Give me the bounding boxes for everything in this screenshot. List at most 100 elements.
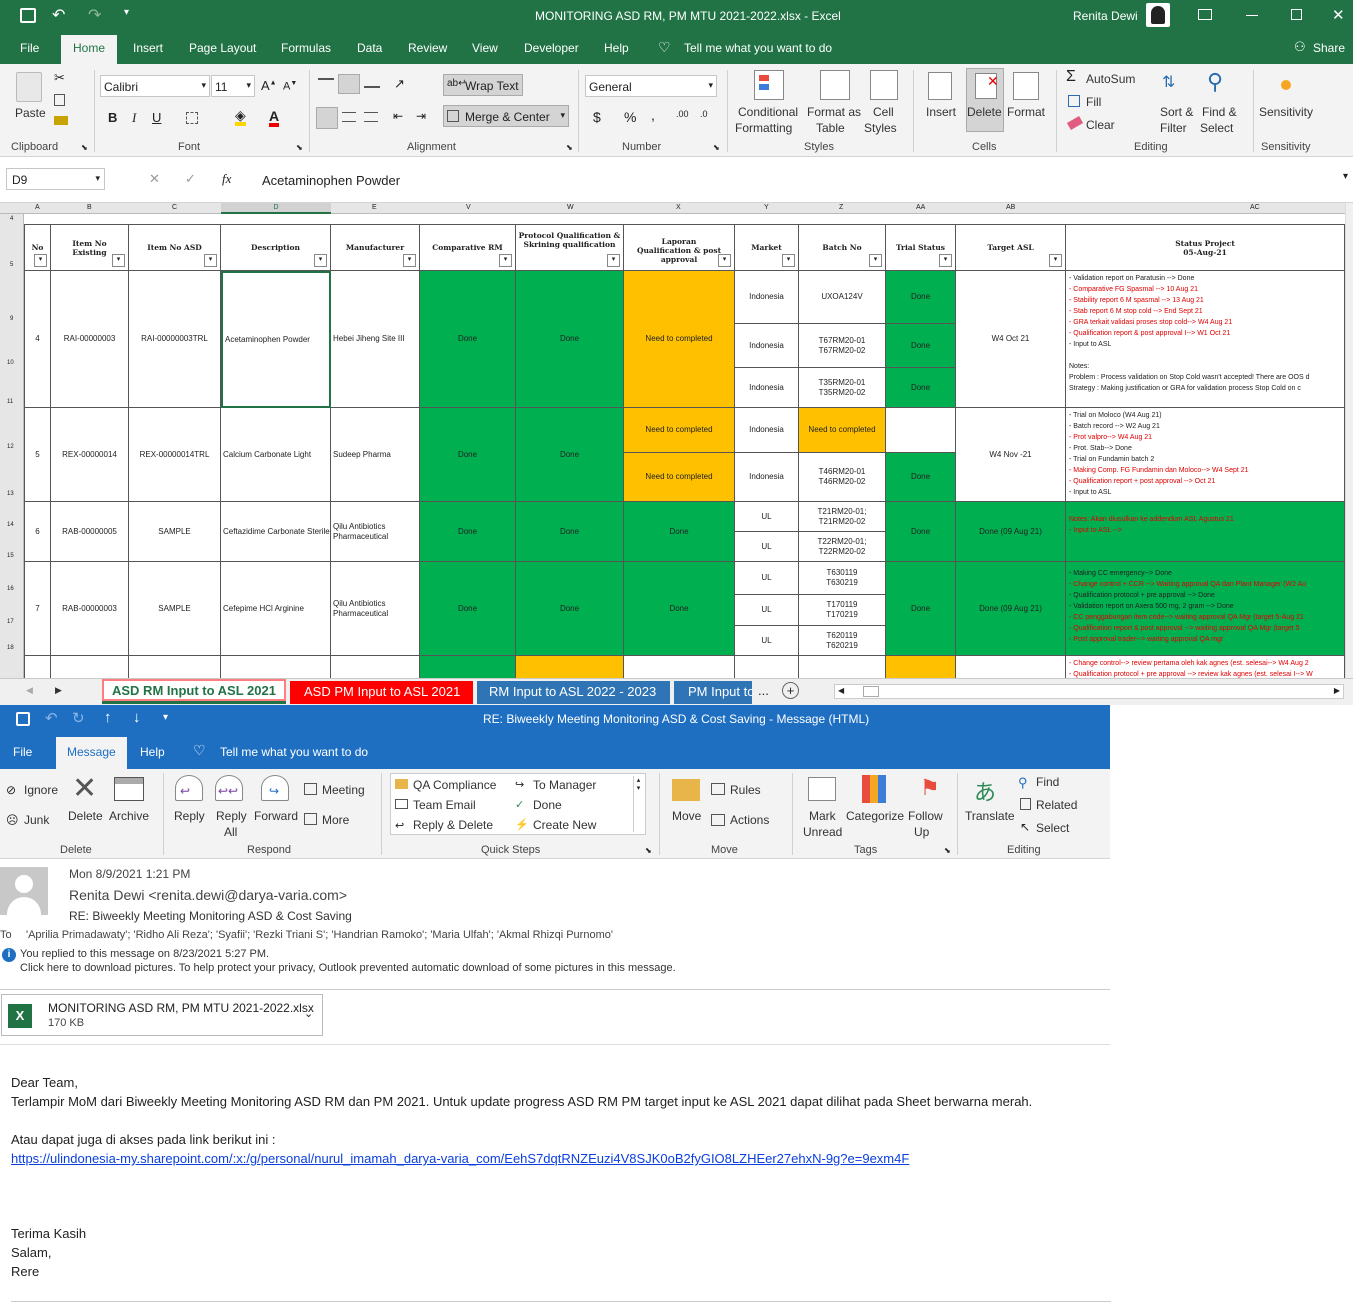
cell-styles-icon[interactable] <box>870 70 898 100</box>
filter-dropdown-icon[interactable]: ▾ <box>718 254 731 267</box>
table-cell[interactable]: Done <box>420 502 516 562</box>
filter-dropdown-icon[interactable]: ▾ <box>403 254 416 267</box>
autosum-icon[interactable]: Σ <box>1066 68 1076 86</box>
table-cell[interactable] <box>886 656 956 678</box>
clipboard-launcher-icon[interactable]: ⬊ <box>81 143 88 152</box>
enter-icon[interactable]: ✓ <box>185 171 196 187</box>
follow-up-button[interactable]: Follow <box>908 809 943 823</box>
meeting-icon[interactable] <box>304 783 317 795</box>
wrap-text-button[interactable]: ab↵ Wrap Text <box>443 74 523 96</box>
selected-cell[interactable]: Acetaminophen Powder <box>221 271 331 408</box>
tab-file[interactable]: File <box>20 41 39 55</box>
row-number[interactable]: 10 <box>7 360 14 366</box>
borders-icon[interactable] <box>186 112 198 124</box>
meeting-button[interactable]: Meeting <box>322 783 365 797</box>
gallery-scroll[interactable]: ▴ ▾ <box>633 776 643 832</box>
tab-page-layout[interactable]: Page Layout <box>189 41 256 55</box>
mark-unread-button[interactable]: Mark <box>809 809 836 823</box>
table-cell[interactable]: Done <box>420 271 516 408</box>
tell-me-input[interactable]: Tell me what you want to do <box>684 41 832 55</box>
number-format-select[interactable]: General ▾ <box>585 75 717 97</box>
vertical-scrollbar[interactable] <box>1345 203 1353 678</box>
align-right-icon[interactable] <box>364 112 378 122</box>
undo-icon[interactable]: ↶ <box>52 5 65 25</box>
filter-dropdown-icon[interactable]: ▾ <box>782 254 795 267</box>
customize-qat-icon[interactable]: ▾ <box>124 7 129 18</box>
tab-insert[interactable]: Insert <box>133 41 163 55</box>
table-cell[interactable]: 4 <box>24 271 51 408</box>
table-cell[interactable]: RAI-00000003 <box>51 271 129 408</box>
col-header-x[interactable]: X <box>676 204 681 211</box>
table-cell[interactable]: UL <box>735 502 799 532</box>
row-number[interactable]: 17 <box>7 619 14 625</box>
comma-icon[interactable]: , <box>651 107 655 123</box>
table-cell[interactable]: T35RM20-01 T35RM20-02 <box>799 368 886 408</box>
table-cell[interactable]: SAMPLE <box>129 502 221 562</box>
table-cell[interactable]: Done <box>516 408 624 502</box>
alignment-launcher-icon[interactable]: ⬊ <box>566 143 573 152</box>
conditional-formatting-button[interactable]: Conditional <box>738 105 798 119</box>
table-cell[interactable]: Done <box>886 502 956 562</box>
table-cell[interactable] <box>886 408 956 453</box>
merge-center-button[interactable]: Merge & Center ▾ <box>443 105 569 127</box>
table-cell[interactable]: Qilu Antibiotics Pharmaceutical <box>331 562 420 656</box>
quick-step-qa-compliance[interactable]: QA Compliance <box>413 778 496 792</box>
clear-icon[interactable] <box>1066 116 1084 130</box>
table-cell[interactable]: T21RM20-01; T21RM20-02 <box>799 502 886 532</box>
format-cells-icon[interactable] <box>1013 72 1039 100</box>
delete-cells-button[interactable]: Delete <box>967 105 1002 119</box>
name-box[interactable]: D9 ▾ <box>6 168 105 190</box>
attachment-card[interactable]: X MONITORING ASD RM, PM MTU 2021-2022.xl… <box>1 994 323 1036</box>
table-cell[interactable]: 7 <box>24 562 51 656</box>
table-cell[interactable]: UL <box>735 532 799 562</box>
ignore-icon[interactable]: ⊘ <box>6 783 16 797</box>
find-select-button[interactable]: Find & <box>1202 105 1237 119</box>
orientation-icon[interactable]: ↗ <box>394 76 405 92</box>
insert-cells-button[interactable]: Insert <box>926 105 956 119</box>
related-button[interactable]: Related <box>1036 798 1077 812</box>
table-cell[interactable] <box>624 656 735 678</box>
status-cell[interactable]: - Validation report on Paratusin --> Don… <box>1066 271 1345 408</box>
forward-button[interactable]: Forward <box>254 809 298 823</box>
table-cell[interactable]: Calcium Carbonate Light <box>221 408 331 502</box>
font-color-icon[interactable]: A <box>269 109 280 127</box>
expand-formula-icon[interactable]: ▾ <box>1343 171 1348 182</box>
next-item-icon[interactable]: ↓ <box>133 709 141 726</box>
avatar[interactable] <box>1146 3 1170 27</box>
percent-icon[interactable]: % <box>624 109 636 125</box>
status-cell[interactable]: Notes: Akan diusulkan ke addendum ASL Ag… <box>1066 502 1345 562</box>
quick-steps-gallery[interactable]: QA Compliance Team Email Reply & Delete … <box>390 773 646 835</box>
translate-icon[interactable]: あ <box>974 775 996 807</box>
format-painter-icon[interactable] <box>54 116 68 125</box>
table-cell[interactable]: T22RM20-01; T22RM20-02 <box>799 532 886 562</box>
table-cell[interactable]: Ceftazidime Carbonate Sterile <box>221 502 331 562</box>
filter-dropdown-icon[interactable]: ▾ <box>112 254 125 267</box>
ribbon-display-icon[interactable] <box>1198 9 1212 20</box>
restore-icon[interactable] <box>1291 9 1302 20</box>
number-launcher-icon[interactable]: ⬊ <box>713 143 720 152</box>
table-cell[interactable] <box>24 656 51 678</box>
table-cell[interactable] <box>129 656 221 678</box>
row-number[interactable]: 11 <box>7 399 13 405</box>
more-respond-icon[interactable] <box>304 813 317 825</box>
decrease-indent-icon[interactable]: ⇤ <box>393 109 403 123</box>
filter-dropdown-icon[interactable]: ▾ <box>204 254 217 267</box>
select-icon[interactable]: ↖ <box>1020 820 1030 834</box>
reply-icon[interactable]: ↩ <box>175 775 203 801</box>
quick-step-reply-delete[interactable]: Reply & Delete <box>413 818 493 832</box>
table-cell[interactable]: Hebei Jiheng Site III <box>331 271 420 408</box>
row-number[interactable]: 15 <box>7 553 14 559</box>
find-select-icon[interactable]: ⚲ <box>1207 69 1223 95</box>
table-cell[interactable]: UL <box>735 595 799 626</box>
table-cell[interactable]: Done <box>886 271 956 324</box>
sort-filter-icon[interactable]: ⇅ <box>1162 72 1175 92</box>
table-cell[interactable]: Need to completed <box>624 271 735 408</box>
quick-steps-launcher-icon[interactable]: ⬊ <box>645 846 652 855</box>
prev-sheet-icon[interactable]: ◀ <box>26 685 33 696</box>
table-cell[interactable]: Indonesia <box>735 408 799 453</box>
decrease-decimal-icon[interactable]: .0 <box>700 109 708 119</box>
table-cell[interactable]: T630119 T630219 <box>799 562 886 595</box>
reply-info[interactable]: You replied to this message on 8/23/2021… <box>20 948 269 960</box>
save-icon[interactable] <box>20 8 36 23</box>
table-cell[interactable] <box>956 656 1066 678</box>
